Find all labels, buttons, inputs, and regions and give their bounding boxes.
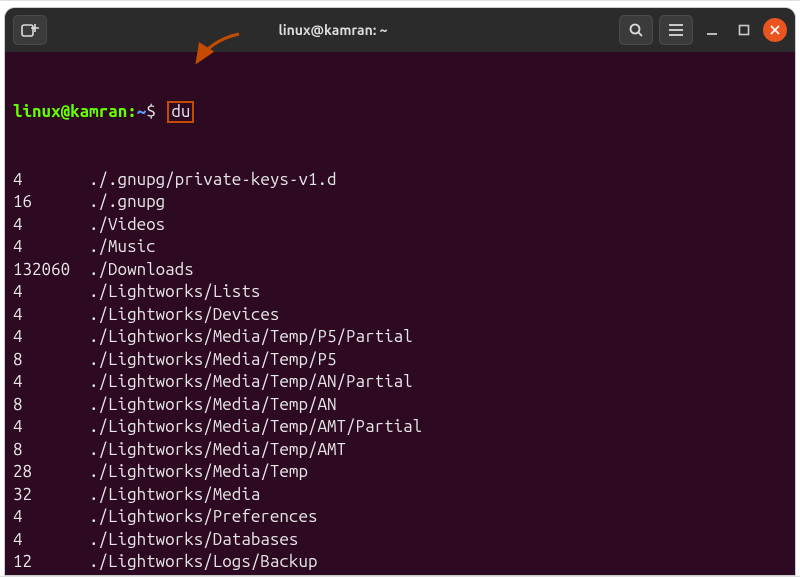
path-cell: ./Lightworks/Preferences [89, 506, 787, 529]
path-cell: ./Downloads [89, 259, 787, 282]
output-row: 4./Lightworks/Preferences [13, 506, 787, 529]
path-cell: ./Lightworks/Media/Temp/AMT/Partial [89, 416, 787, 439]
command-highlight: du [167, 101, 194, 123]
path-cell: ./Videos [89, 214, 787, 237]
search-icon [628, 22, 644, 38]
size-cell: 4 [13, 281, 89, 304]
size-cell: 4 [13, 169, 89, 192]
output-row: 8./Lightworks/Media/Temp/AMT [13, 439, 787, 462]
path-cell: ./Lightworks/Logs/Backup [89, 551, 787, 574]
size-cell: 4 [13, 304, 89, 327]
path-cell: ./Lightworks/Media/Temp/AMT [89, 439, 787, 462]
hamburger-icon [668, 23, 684, 37]
search-button[interactable] [619, 15, 653, 45]
maximize-icon [737, 23, 751, 37]
prompt-line: linux@kamran:~$ du [13, 101, 787, 124]
output: 4./.gnupg/private-keys-v1.d16./.gnupg4./… [13, 169, 787, 576]
output-row: 4./Lightworks/Media/Temp/AMT/Partial [13, 416, 787, 439]
output-row: 16./.gnupg [13, 191, 787, 214]
path-cell: ./.gnupg [89, 191, 787, 214]
path-cell: ./Lightworks/Media/Temp [89, 461, 787, 484]
new-tab-icon [21, 22, 39, 38]
maximize-button[interactable] [731, 17, 757, 43]
path-cell: ./Lightworks/Devices [89, 304, 787, 327]
path-cell: ./Lightworks/Media/Temp/P5/Partial [89, 326, 787, 349]
path-cell: ./.gnupg/private-keys-v1.d [89, 169, 787, 192]
size-cell: 32 [13, 484, 89, 507]
output-row: 4./Lightworks/Lists [13, 281, 787, 304]
output-row: 28./Lightworks/Media/Temp [13, 461, 787, 484]
terminal-body[interactable]: linux@kamran:~$ du 4./.gnupg/private-key… [5, 52, 795, 575]
path-cell: ./Lightworks/Media [89, 484, 787, 507]
path-cell: ./Lightworks/Media/Temp/P5 [89, 349, 787, 372]
output-row: 4./Lightworks/Media/Temp/AN/Partial [13, 371, 787, 394]
size-cell: 8 [13, 349, 89, 372]
output-row: 8./Lightworks/Media/Temp/AN [13, 394, 787, 417]
new-tab-button[interactable] [13, 15, 47, 45]
output-row: 4./Lightworks/Devices [13, 304, 787, 327]
size-cell: 28 [13, 461, 89, 484]
output-row: 4./.gnupg/private-keys-v1.d [13, 169, 787, 192]
size-cell: 32 [13, 574, 89, 576]
prompt-user-host: linux@kamran [13, 102, 127, 121]
size-cell: 4 [13, 326, 89, 349]
path-cell: ./Lightworks/Media/Temp/AN/Partial [89, 371, 787, 394]
close-button[interactable] [763, 18, 787, 42]
menu-button[interactable] [659, 15, 693, 45]
output-row: 132060./Downloads [13, 259, 787, 282]
output-row: 32./Lightworks/Logs [13, 574, 787, 576]
size-cell: 132060 [13, 259, 89, 282]
size-cell: 4 [13, 236, 89, 259]
output-row: 4./Lightworks/Databases [13, 529, 787, 552]
output-row: 4./Music [13, 236, 787, 259]
minimize-button[interactable] [699, 17, 725, 43]
close-icon [770, 25, 780, 35]
output-row: 4./Videos [13, 214, 787, 237]
prompt-path: ~ [137, 102, 147, 121]
size-cell: 8 [13, 439, 89, 462]
output-row: 4./Lightworks/Media/Temp/P5/Partial [13, 326, 787, 349]
output-row: 32./Lightworks/Media [13, 484, 787, 507]
prompt-symbol: $ [146, 102, 156, 121]
size-cell: 4 [13, 416, 89, 439]
titlebar: linux@kamran: ~ [5, 8, 795, 52]
size-cell: 16 [13, 191, 89, 214]
size-cell: 4 [13, 214, 89, 237]
path-cell: ./Lightworks/Logs [89, 574, 787, 576]
size-cell: 4 [13, 371, 89, 394]
path-cell: ./Lightworks/Databases [89, 529, 787, 552]
path-cell: ./Music [89, 236, 787, 259]
size-cell: 4 [13, 529, 89, 552]
size-cell: 12 [13, 551, 89, 574]
path-cell: ./Lightworks/Lists [89, 281, 787, 304]
window-title: linux@kamran: ~ [53, 22, 613, 38]
minimize-icon [705, 23, 719, 37]
size-cell: 4 [13, 506, 89, 529]
output-row: 8./Lightworks/Media/Temp/P5 [13, 349, 787, 372]
terminal-window: linux@kamran: ~ [5, 8, 795, 575]
command-text: du [171, 102, 190, 121]
output-row: 12./Lightworks/Logs/Backup [13, 551, 787, 574]
size-cell: 8 [13, 394, 89, 417]
path-cell: ./Lightworks/Media/Temp/AN [89, 394, 787, 417]
prompt-separator: : [127, 102, 137, 121]
